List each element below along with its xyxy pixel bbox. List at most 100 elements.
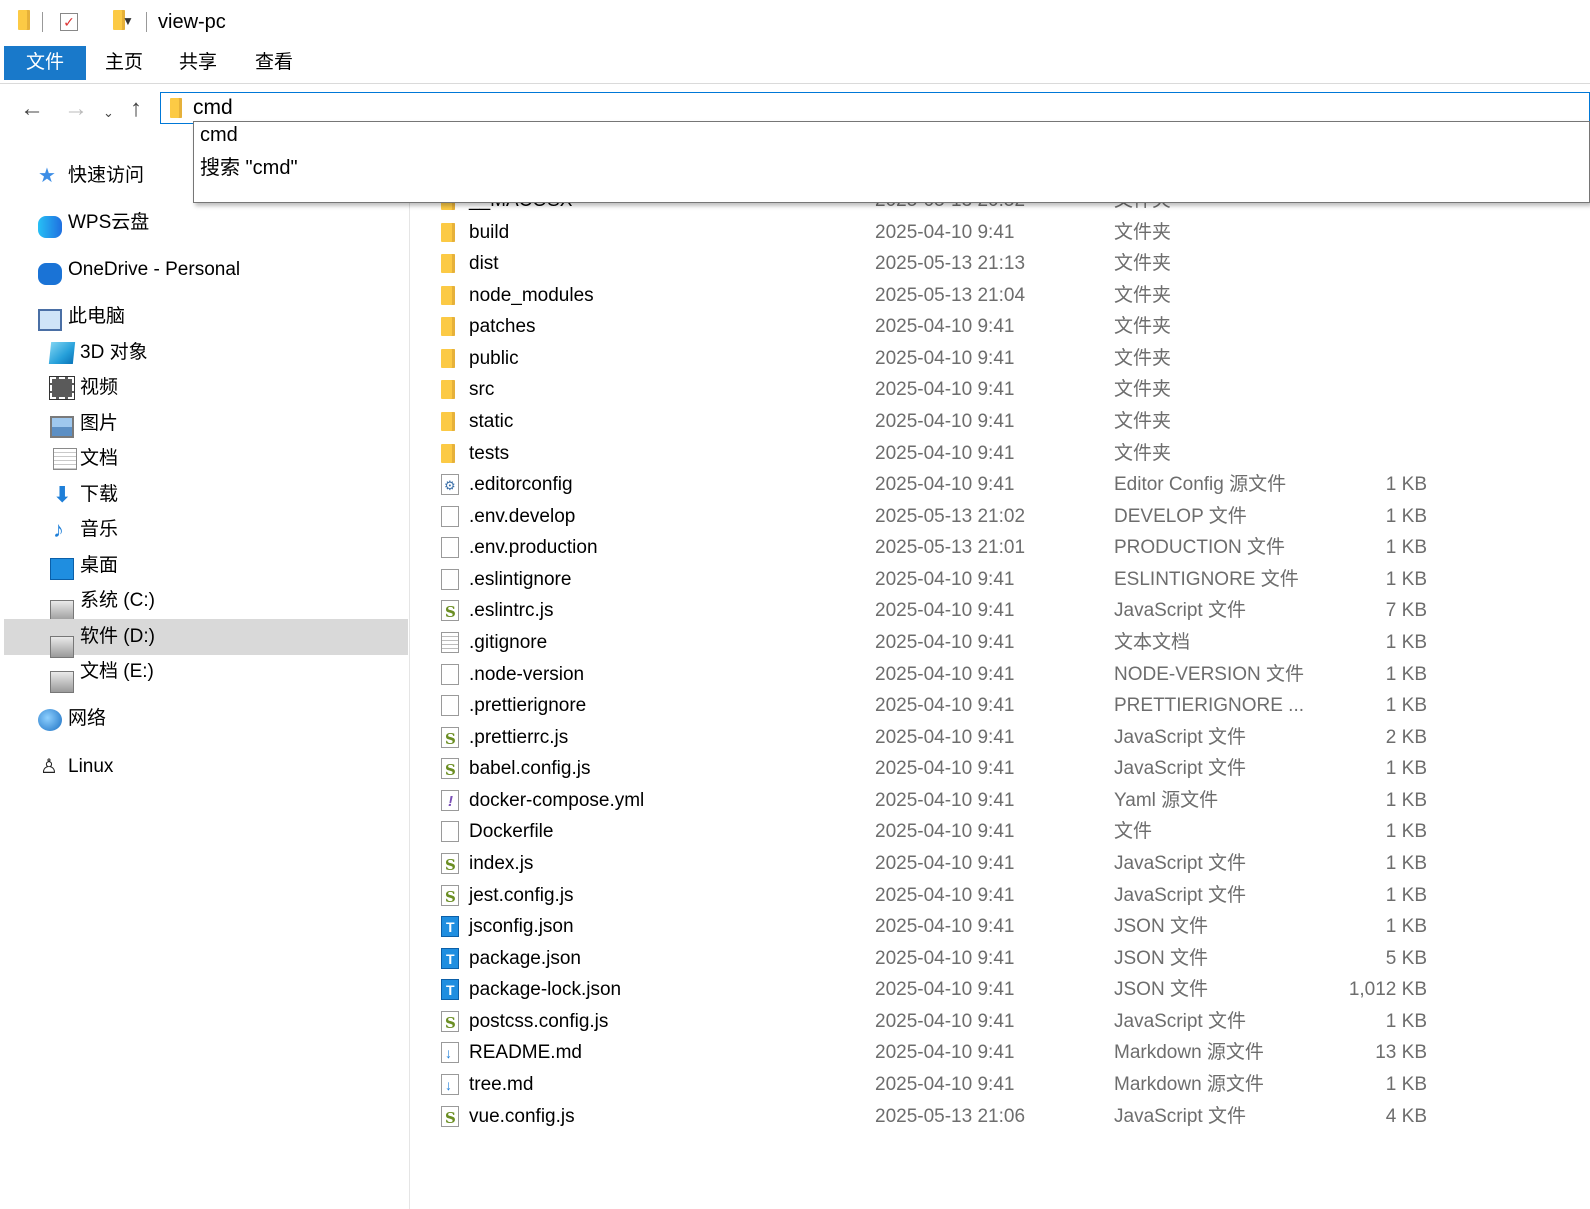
file-row[interactable]: build 2025-04-10 9:41 文件夹 bbox=[411, 217, 1590, 248]
file-size: 2 KB bbox=[1385, 726, 1427, 748]
file-type: 文件夹 bbox=[1114, 442, 1172, 464]
javascript-file-icon bbox=[441, 1103, 459, 1134]
address-input[interactable] bbox=[193, 93, 793, 123]
file-date-modified: 2025-04-10 9:41 bbox=[875, 379, 1015, 401]
folder-icon bbox=[441, 380, 455, 400]
file-type: Markdown 源文件 bbox=[1114, 1073, 1264, 1095]
file-size: 1,012 KB bbox=[1348, 979, 1427, 1001]
file-row[interactable]: docker-compose.yml 2025-04-10 9:41 Yaml 源文… bbox=[411, 785, 1590, 817]
file-date-modified: 2025-04-10 9:41 bbox=[875, 442, 1015, 464]
file-row[interactable]: tests 2025-04-10 9:41 文件夹 bbox=[411, 438, 1590, 469]
javascript-file-icon bbox=[441, 597, 459, 628]
sidebar-item-label: 视频 bbox=[80, 377, 119, 398]
file-date-modified: 2025-04-10 9:41 bbox=[875, 695, 1015, 717]
file-row[interactable]: tree.md 2025-04-10 9:41 Markdown 源文件 1 KB bbox=[411, 1069, 1590, 1101]
file-row[interactable]: .eslintignore 2025-04-10 9:41 ESLINTIGNORE… bbox=[411, 564, 1590, 595]
file-row[interactable]: .prettierrc.js 2025-04-10 9:41 JavaScript … bbox=[411, 722, 1590, 755]
file-row[interactable]: package.json 2025-04-10 9:41 JSON 文件 5 KB bbox=[411, 943, 1590, 975]
linux-penguin-icon: ♙ bbox=[40, 756, 58, 778]
file-type: 文件夹 bbox=[1114, 253, 1172, 275]
tab-share[interactable]: 共享 bbox=[170, 46, 226, 80]
tab-home[interactable]: 主页 bbox=[96, 46, 152, 80]
tab-file[interactable]: 文件 bbox=[4, 46, 86, 80]
file-row[interactable]: .editorconfig 2025-04-10 9:41 Editor Confi… bbox=[411, 469, 1590, 501]
file-row[interactable]: .eslintrc.js 2025-04-10 9:41 JavaScript 文件… bbox=[411, 595, 1590, 628]
markdown-file-icon bbox=[441, 1070, 459, 1101]
json-file-icon bbox=[441, 912, 459, 943]
file-icon bbox=[441, 505, 459, 527]
file-name: src bbox=[469, 379, 495, 401]
tab-view[interactable]: 查看 bbox=[246, 46, 302, 80]
desktop-icon bbox=[50, 558, 74, 580]
file-row[interactable]: public 2025-04-10 9:41 文件夹 bbox=[411, 343, 1590, 374]
file-row[interactable]: static 2025-04-10 9:41 文件夹 bbox=[411, 406, 1590, 437]
autocomplete-item-search[interactable]: 搜索 "cmd" bbox=[200, 151, 298, 180]
sidebar-item-label: 下载 bbox=[80, 484, 119, 505]
title-bar: ✓ ▼ view-pc bbox=[0, 0, 1590, 46]
file-size: 1 KB bbox=[1385, 916, 1427, 938]
customize-dropdown-icon[interactable]: ▼ bbox=[122, 14, 134, 28]
file-date-modified: 2025-05-13 21:04 bbox=[875, 284, 1026, 306]
file-name: .env.develop bbox=[469, 505, 576, 527]
sidebar-item-label: 系统 (C:) bbox=[80, 590, 155, 611]
file-icon bbox=[441, 663, 459, 685]
file-row[interactable]: vue.config.js 2025-05-13 21:06 JavaScript … bbox=[411, 1101, 1590, 1134]
file-date-modified: 2025-04-10 9:41 bbox=[875, 221, 1015, 243]
file-row[interactable]: README.md 2025-04-10 9:41 Markdown 源文件 13 K… bbox=[411, 1037, 1590, 1069]
up-arrow-icon[interactable]: ↑ bbox=[130, 94, 142, 124]
sidebar-item-label: 桌面 bbox=[80, 555, 119, 576]
file-row[interactable]: src 2025-04-10 9:41 文件夹 bbox=[411, 374, 1590, 405]
file-row[interactable]: package-lock.json 2025-04-10 9:41 JSON 文件 1… bbox=[411, 974, 1590, 1006]
file-row[interactable]: index.js 2025-04-10 9:41 JavaScript 文件 1 KB bbox=[411, 848, 1590, 881]
file-size: 4 KB bbox=[1385, 1105, 1427, 1127]
file-row[interactable]: node_modules 2025-05-13 21:04 文件夹 bbox=[411, 280, 1590, 311]
text-file-icon bbox=[441, 631, 459, 653]
file-name: .env.production bbox=[469, 537, 598, 559]
file-row[interactable]: dist 2025-05-13 21:13 文件夹 bbox=[411, 248, 1590, 279]
yaml-file-icon bbox=[441, 786, 459, 817]
file-size: 1 KB bbox=[1385, 474, 1427, 496]
file-row[interactable]: jsconfig.json 2025-04-10 9:41 JSON 文件 1 KB bbox=[411, 911, 1590, 943]
autocomplete-item-cmd[interactable]: cmd bbox=[200, 124, 238, 147]
properties-checkmark-icon[interactable]: ✓ bbox=[60, 13, 78, 31]
file-name: docker-compose.yml bbox=[469, 789, 645, 811]
file-size: 1 KB bbox=[1385, 537, 1427, 559]
file-date-modified: 2025-05-13 21:06 bbox=[875, 1105, 1026, 1127]
file-row[interactable]: .prettierignore 2025-04-10 9:41 PRETTIERIG… bbox=[411, 690, 1590, 721]
file-type: 文件 bbox=[1114, 821, 1153, 843]
file-date-modified: 2025-04-10 9:41 bbox=[875, 600, 1015, 622]
file-type: NODE-VERSION 文件 bbox=[1114, 663, 1305, 685]
file-icon bbox=[441, 537, 459, 559]
file-list: __MACOSX2025-05-13 20:52文件夹build2025-04-… bbox=[411, 192, 1590, 1209]
file-row[interactable]: jest.config.js 2025-04-10 9:41 JavaScript … bbox=[411, 880, 1590, 913]
file-row[interactable]: patches 2025-04-10 9:41 文件夹 bbox=[411, 311, 1590, 342]
file-row[interactable]: postcss.config.js 2025-04-10 9:41 JavaScri… bbox=[411, 1006, 1590, 1039]
file-name: .node-version bbox=[469, 663, 585, 685]
address-bar[interactable] bbox=[160, 92, 1590, 124]
sidebar-item-label: 音乐 bbox=[80, 519, 119, 540]
file-date-modified: 2025-04-10 9:41 bbox=[875, 631, 1015, 653]
forward-arrow-icon[interactable]: → bbox=[64, 94, 88, 124]
file-size: 13 KB bbox=[1375, 1042, 1427, 1064]
file-name: tests bbox=[469, 442, 510, 464]
file-row[interactable]: .node-version 2025-04-10 9:41 NODE-VERSION… bbox=[411, 659, 1590, 690]
address-autocomplete-dropdown: cmd 搜索 "cmd" bbox=[193, 121, 1590, 203]
sidebar-item-label: 3D 对象 bbox=[80, 342, 148, 363]
sidebar-item-drive-d-selected[interactable]: 软件 (D:) bbox=[4, 619, 408, 658]
recent-locations-chevron-icon[interactable]: ⌄ bbox=[103, 98, 114, 128]
javascript-file-icon bbox=[441, 882, 459, 913]
file-row[interactable]: .env.production 2025-05-13 21:01 PRODUCTIO… bbox=[411, 532, 1590, 563]
file-date-modified: 2025-04-10 9:41 bbox=[875, 474, 1015, 496]
back-arrow-icon[interactable]: ← bbox=[20, 94, 44, 124]
file-row[interactable]: .gitignore 2025-04-10 9:41 文本文档 1 KB bbox=[411, 627, 1590, 658]
file-name: .eslintignore bbox=[469, 568, 572, 590]
drive-icon bbox=[50, 671, 74, 693]
file-type: ESLINTIGNORE 文件 bbox=[1114, 568, 1299, 590]
music-icon: ♪ bbox=[53, 517, 64, 542]
file-row[interactable]: babel.config.js 2025-04-10 9:41 JavaScript… bbox=[411, 753, 1590, 786]
file-size: 1 KB bbox=[1385, 568, 1427, 590]
file-type: 文件夹 bbox=[1114, 316, 1172, 338]
network-icon bbox=[38, 709, 62, 731]
file-row[interactable]: Dockerfile 2025-04-10 9:41 文件 1 KB bbox=[411, 816, 1590, 847]
file-row[interactable]: .env.develop 2025-05-13 21:02 DEVELOP 文件 1 … bbox=[411, 501, 1590, 532]
